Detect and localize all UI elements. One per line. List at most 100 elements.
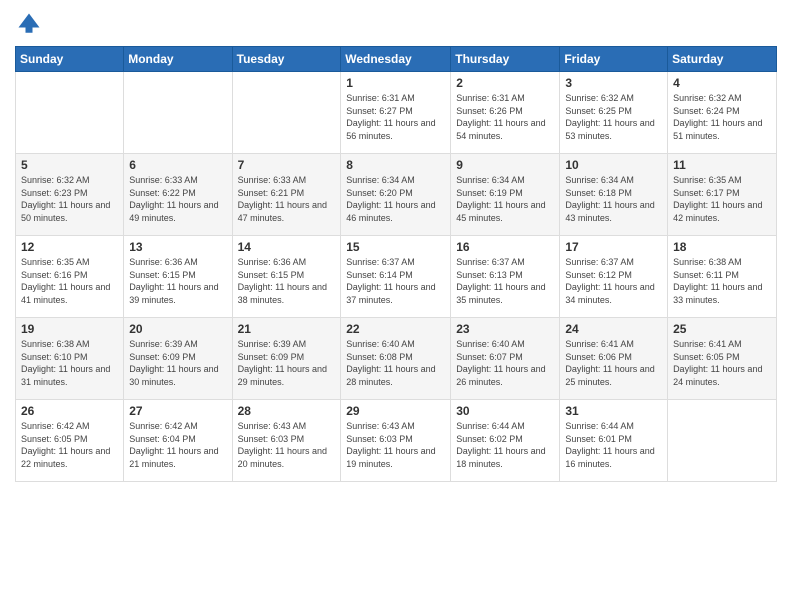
week-row-3: 19 Sunrise: 6:38 AMSunset: 6:10 PMDayligh… [16, 318, 777, 400]
day-number: 18 [673, 240, 771, 254]
day-number: 3 [565, 76, 662, 90]
day-info: Sunrise: 6:32 AMSunset: 6:24 PMDaylight:… [673, 92, 771, 142]
day-info: Sunrise: 6:34 AMSunset: 6:19 PMDaylight:… [456, 174, 554, 224]
day-info: Sunrise: 6:32 AMSunset: 6:23 PMDaylight:… [21, 174, 118, 224]
day-number: 14 [238, 240, 336, 254]
calendar-header: SundayMondayTuesdayWednesdayThursdayFrid… [16, 47, 777, 72]
week-row-2: 12 Sunrise: 6:35 AMSunset: 6:16 PMDayligh… [16, 236, 777, 318]
day-number: 21 [238, 322, 336, 336]
day-info: Sunrise: 6:42 AMSunset: 6:04 PMDaylight:… [129, 420, 226, 470]
calendar-cell: 11Sunrise: 6:35 AMSunset: 6:17 PMDayligh… [668, 154, 777, 236]
day-number: 6 [129, 158, 226, 172]
calendar-cell: 12 Sunrise: 6:35 AMSunset: 6:16 PMDayligh… [16, 236, 124, 318]
calendar-cell [232, 72, 341, 154]
calendar-cell: 20Sunrise: 6:39 AMSunset: 6:09 PMDayligh… [124, 318, 232, 400]
day-number: 28 [238, 404, 336, 418]
calendar-cell: 22 Sunrise: 6:40 AMSunset: 6:08 PMDayligh… [341, 318, 451, 400]
day-number: 2 [456, 76, 554, 90]
day-info: Sunrise: 6:38 AMSunset: 6:10 PMDaylight:… [21, 338, 118, 388]
calendar-cell: 14 Sunrise: 6:36 AMSunset: 6:15 PMDayligh… [232, 236, 341, 318]
day-info: Sunrise: 6:42 AMSunset: 6:05 PMDaylight:… [21, 420, 118, 470]
calendar-cell: 27 Sunrise: 6:42 AMSunset: 6:04 PMDayligh… [124, 400, 232, 482]
day-number: 17 [565, 240, 662, 254]
day-number: 11 [673, 158, 771, 172]
calendar-cell: 28 Sunrise: 6:43 AMSunset: 6:03 PMDayligh… [232, 400, 341, 482]
calendar-cell: 9 Sunrise: 6:34 AMSunset: 6:19 PMDaylight… [451, 154, 560, 236]
day-info: Sunrise: 6:40 AMSunset: 6:07 PMDaylight:… [456, 338, 554, 388]
day-number: 16 [456, 240, 554, 254]
day-number: 23 [456, 322, 554, 336]
day-info: Sunrise: 6:36 AMSunset: 6:15 PMDaylight:… [129, 256, 226, 306]
day-info: Sunrise: 6:33 AMSunset: 6:21 PMDaylight:… [238, 174, 336, 224]
day-number: 27 [129, 404, 226, 418]
day-number: 30 [456, 404, 554, 418]
weekday-header-monday: Monday [124, 47, 232, 72]
weekday-header-thursday: Thursday [451, 47, 560, 72]
calendar-cell [124, 72, 232, 154]
day-info: Sunrise: 6:39 AMSunset: 6:09 PMDaylight:… [238, 338, 336, 388]
weekday-header-sunday: Sunday [16, 47, 124, 72]
day-number: 1 [346, 76, 445, 90]
day-info: Sunrise: 6:38 AMSunset: 6:11 PMDaylight:… [673, 256, 771, 306]
day-number: 31 [565, 404, 662, 418]
weekday-row: SundayMondayTuesdayWednesdayThursdayFrid… [16, 47, 777, 72]
day-number: 9 [456, 158, 554, 172]
calendar-cell: 10Sunrise: 6:34 AMSunset: 6:18 PMDayligh… [560, 154, 668, 236]
calendar-cell: 23 Sunrise: 6:40 AMSunset: 6:07 PMDayligh… [451, 318, 560, 400]
day-info: Sunrise: 6:32 AMSunset: 6:25 PMDaylight:… [565, 92, 662, 142]
day-info: Sunrise: 6:34 AMSunset: 6:20 PMDaylight:… [346, 174, 445, 224]
day-info: Sunrise: 6:41 AMSunset: 6:06 PMDaylight:… [565, 338, 662, 388]
calendar-cell: 8Sunrise: 6:34 AMSunset: 6:20 PMDaylight… [341, 154, 451, 236]
day-info: Sunrise: 6:41 AMSunset: 6:05 PMDaylight:… [673, 338, 771, 388]
day-number: 13 [129, 240, 226, 254]
day-number: 19 [21, 322, 118, 336]
day-info: Sunrise: 6:44 AMSunset: 6:01 PMDaylight:… [565, 420, 662, 470]
day-info: Sunrise: 6:31 AMSunset: 6:27 PMDaylight:… [346, 92, 445, 142]
day-number: 12 [21, 240, 118, 254]
calendar-cell: 2 Sunrise: 6:31 AMSunset: 6:26 PMDaylight… [451, 72, 560, 154]
day-number: 25 [673, 322, 771, 336]
week-row-4: 26 Sunrise: 6:42 AMSunset: 6:05 PMDayligh… [16, 400, 777, 482]
calendar-cell: 21 Sunrise: 6:39 AMSunset: 6:09 PMDayligh… [232, 318, 341, 400]
calendar-cell: 1 Sunrise: 6:31 AMSunset: 6:27 PMDaylight… [341, 72, 451, 154]
calendar-cell: 18 Sunrise: 6:38 AMSunset: 6:11 PMDayligh… [668, 236, 777, 318]
calendar-cell: 17 Sunrise: 6:37 AMSunset: 6:12 PMDayligh… [560, 236, 668, 318]
weekday-header-friday: Friday [560, 47, 668, 72]
page: SundayMondayTuesdayWednesdayThursdayFrid… [0, 0, 792, 612]
logo-icon [15, 10, 43, 38]
weekday-header-saturday: Saturday [668, 47, 777, 72]
day-number: 29 [346, 404, 445, 418]
day-number: 5 [21, 158, 118, 172]
calendar-cell: 7Sunrise: 6:33 AMSunset: 6:21 PMDaylight… [232, 154, 341, 236]
day-info: Sunrise: 6:40 AMSunset: 6:08 PMDaylight:… [346, 338, 445, 388]
day-number: 26 [21, 404, 118, 418]
day-info: Sunrise: 6:36 AMSunset: 6:15 PMDaylight:… [238, 256, 336, 306]
day-info: Sunrise: 6:43 AMSunset: 6:03 PMDaylight:… [238, 420, 336, 470]
weekday-header-wednesday: Wednesday [341, 47, 451, 72]
calendar-cell: 5 Sunrise: 6:32 AMSunset: 6:23 PMDaylight… [16, 154, 124, 236]
calendar-body: 1 Sunrise: 6:31 AMSunset: 6:27 PMDaylight… [16, 72, 777, 482]
day-number: 15 [346, 240, 445, 254]
day-info: Sunrise: 6:35 AMSunset: 6:16 PMDaylight:… [21, 256, 118, 306]
day-info: Sunrise: 6:43 AMSunset: 6:03 PMDaylight:… [346, 420, 445, 470]
calendar-cell: 24Sunrise: 6:41 AMSunset: 6:06 PMDayligh… [560, 318, 668, 400]
calendar-cell [668, 400, 777, 482]
calendar-cell: 25 Sunrise: 6:41 AMSunset: 6:05 PMDayligh… [668, 318, 777, 400]
calendar-cell: 16Sunrise: 6:37 AMSunset: 6:13 PMDayligh… [451, 236, 560, 318]
calendar-cell: 3 Sunrise: 6:32 AMSunset: 6:25 PMDaylight… [560, 72, 668, 154]
day-number: 22 [346, 322, 445, 336]
logo [15, 10, 47, 38]
header [15, 10, 777, 38]
week-row-1: 5 Sunrise: 6:32 AMSunset: 6:23 PMDaylight… [16, 154, 777, 236]
calendar-cell: 19 Sunrise: 6:38 AMSunset: 6:10 PMDayligh… [16, 318, 124, 400]
day-info: Sunrise: 6:34 AMSunset: 6:18 PMDaylight:… [565, 174, 662, 224]
day-info: Sunrise: 6:31 AMSunset: 6:26 PMDaylight:… [456, 92, 554, 142]
calendar-table: SundayMondayTuesdayWednesdayThursdayFrid… [15, 46, 777, 482]
calendar-cell: 31 Sunrise: 6:44 AMSunset: 6:01 PMDayligh… [560, 400, 668, 482]
day-info: Sunrise: 6:44 AMSunset: 6:02 PMDaylight:… [456, 420, 554, 470]
calendar-cell: 6Sunrise: 6:33 AMSunset: 6:22 PMDaylight… [124, 154, 232, 236]
calendar-cell: 13 Sunrise: 6:36 AMSunset: 6:15 PMDayligh… [124, 236, 232, 318]
day-info: Sunrise: 6:37 AMSunset: 6:14 PMDaylight:… [346, 256, 445, 306]
week-row-0: 1 Sunrise: 6:31 AMSunset: 6:27 PMDaylight… [16, 72, 777, 154]
day-info: Sunrise: 6:37 AMSunset: 6:12 PMDaylight:… [565, 256, 662, 306]
